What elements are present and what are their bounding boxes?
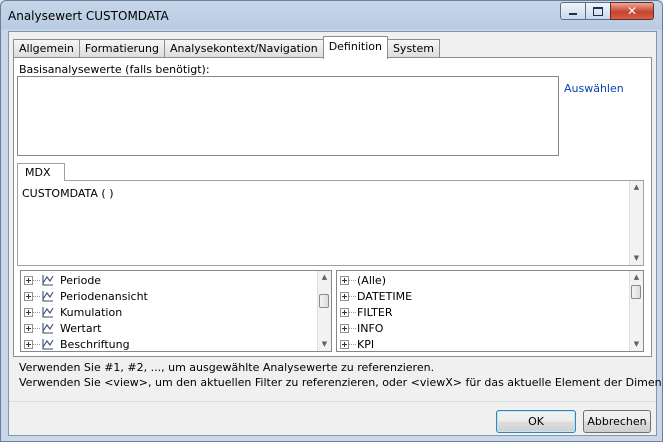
dialog-client-area: Allgemein Formatierung Analysekontext/Na… [8,31,662,436]
tree-item-label: Periodenansicht [60,290,148,303]
window-title: Analysewert CUSTOMDATA [8,9,169,23]
dialog-window: Analysewert CUSTOMDATA ✕ Allgemein Forma… [0,0,663,442]
mdx-editor[interactable]: CUSTOMDATA ( ) ▲ ▼ [17,180,644,266]
info-text-1: Verwenden Sie #1, #2, ..., um ausgewählt… [19,361,435,374]
close-button[interactable]: ✕ [610,2,654,20]
tree-item[interactable]: Periodenansicht [24,289,148,305]
tree-item-label: Wertart [60,322,102,335]
ok-button[interactable]: OK [496,410,576,433]
expand-icon[interactable] [340,308,349,317]
expand-icon[interactable] [24,324,33,333]
tree-item-label: (Alle) [357,274,386,287]
tab-mdx[interactable]: MDX [17,163,65,181]
title-bar[interactable]: Analysewert CUSTOMDATA ✕ [1,1,662,31]
close-icon: ✕ [626,4,638,18]
select-link[interactable]: Auswählen [564,82,624,95]
info-text-2: Verwenden Sie <view>, um den aktuellen F… [19,376,663,389]
function-tree[interactable]: (Alle) DATETIME FILTER INFO KPI ▲ ▼ [336,270,644,352]
expand-icon[interactable] [24,308,33,317]
scroll-thumb[interactable] [319,294,329,308]
dimension-icon [42,307,54,318]
scroll-down-icon[interactable]: ▼ [630,252,643,265]
tree-item-label: Periode [60,274,102,287]
tab-system[interactable]: System [386,39,440,58]
mdx-scrollbar[interactable]: ▲ ▼ [629,181,643,265]
expand-icon[interactable] [24,340,33,349]
basis-values-field[interactable] [17,76,559,156]
expand-icon[interactable] [340,276,349,285]
dimension-icon [42,323,54,334]
definition-panel: Basisanalysewerte (falls benötigt): Ausw… [13,57,652,357]
tree-item-label: INFO [357,322,384,335]
scroll-down-icon[interactable]: ▼ [630,338,643,351]
tree-item[interactable]: Wertart [24,321,101,337]
minimize-icon [569,13,577,15]
dimension-icon [42,291,54,302]
tree-item-label: DATETIME [357,290,413,303]
dimension-icon [42,339,54,350]
scroll-up-icon[interactable]: ▲ [318,271,331,284]
expand-icon[interactable] [24,292,33,301]
cancel-button[interactable]: Abbrechen [583,410,651,433]
tree-item[interactable]: INFO [340,321,383,337]
tree-item[interactable]: Beschriftung [24,337,130,353]
dimension-tree[interactable]: Periode Periodenansicht Kumulation Werta… [20,270,332,352]
basis-label: Basisanalysewerte (falls benötigt): [19,63,210,76]
dimension-icon [42,275,54,286]
expand-icon[interactable] [340,340,349,349]
tree-item[interactable]: KPI [340,337,374,353]
tree-item-label: FILTER [357,306,393,319]
tree-item-label: KPI [357,338,375,351]
tree-item[interactable]: FILTER [340,305,393,321]
maximize-button[interactable] [585,2,611,20]
dimension-tree-scrollbar[interactable]: ▲ ▼ [317,271,331,351]
tab-strip: Allgemein Formatierung Analysekontext/Na… [13,36,440,59]
mdx-expression: CUSTOMDATA ( ) [22,187,114,200]
scroll-up-icon[interactable]: ▲ [630,181,643,194]
tree-item[interactable]: Kumulation [24,305,122,321]
expand-icon[interactable] [340,324,349,333]
tree-item[interactable]: (Alle) [340,273,386,289]
minimize-button[interactable] [560,2,586,20]
scroll-thumb[interactable] [631,285,641,299]
tab-formatierung[interactable]: Formatierung [78,39,165,58]
tree-item[interactable]: Periode [24,273,101,289]
scroll-down-icon[interactable]: ▼ [318,338,331,351]
tree-item-label: Beschriftung [60,338,130,351]
expand-icon[interactable] [24,276,33,285]
expand-icon[interactable] [340,292,349,301]
tab-allgemein[interactable]: Allgemein [13,39,80,58]
scroll-up-icon[interactable]: ▲ [630,271,643,284]
button-bar: OK Abbrechen [9,401,656,436]
tree-item-label: Kumulation [60,306,123,319]
maximize-icon [593,6,603,16]
tab-definition[interactable]: Definition [322,36,388,59]
tab-analysekontext[interactable]: Analysekontext/Navigation [163,39,324,58]
function-tree-scrollbar[interactable]: ▲ ▼ [629,271,643,351]
tree-item[interactable]: DATETIME [340,289,412,305]
